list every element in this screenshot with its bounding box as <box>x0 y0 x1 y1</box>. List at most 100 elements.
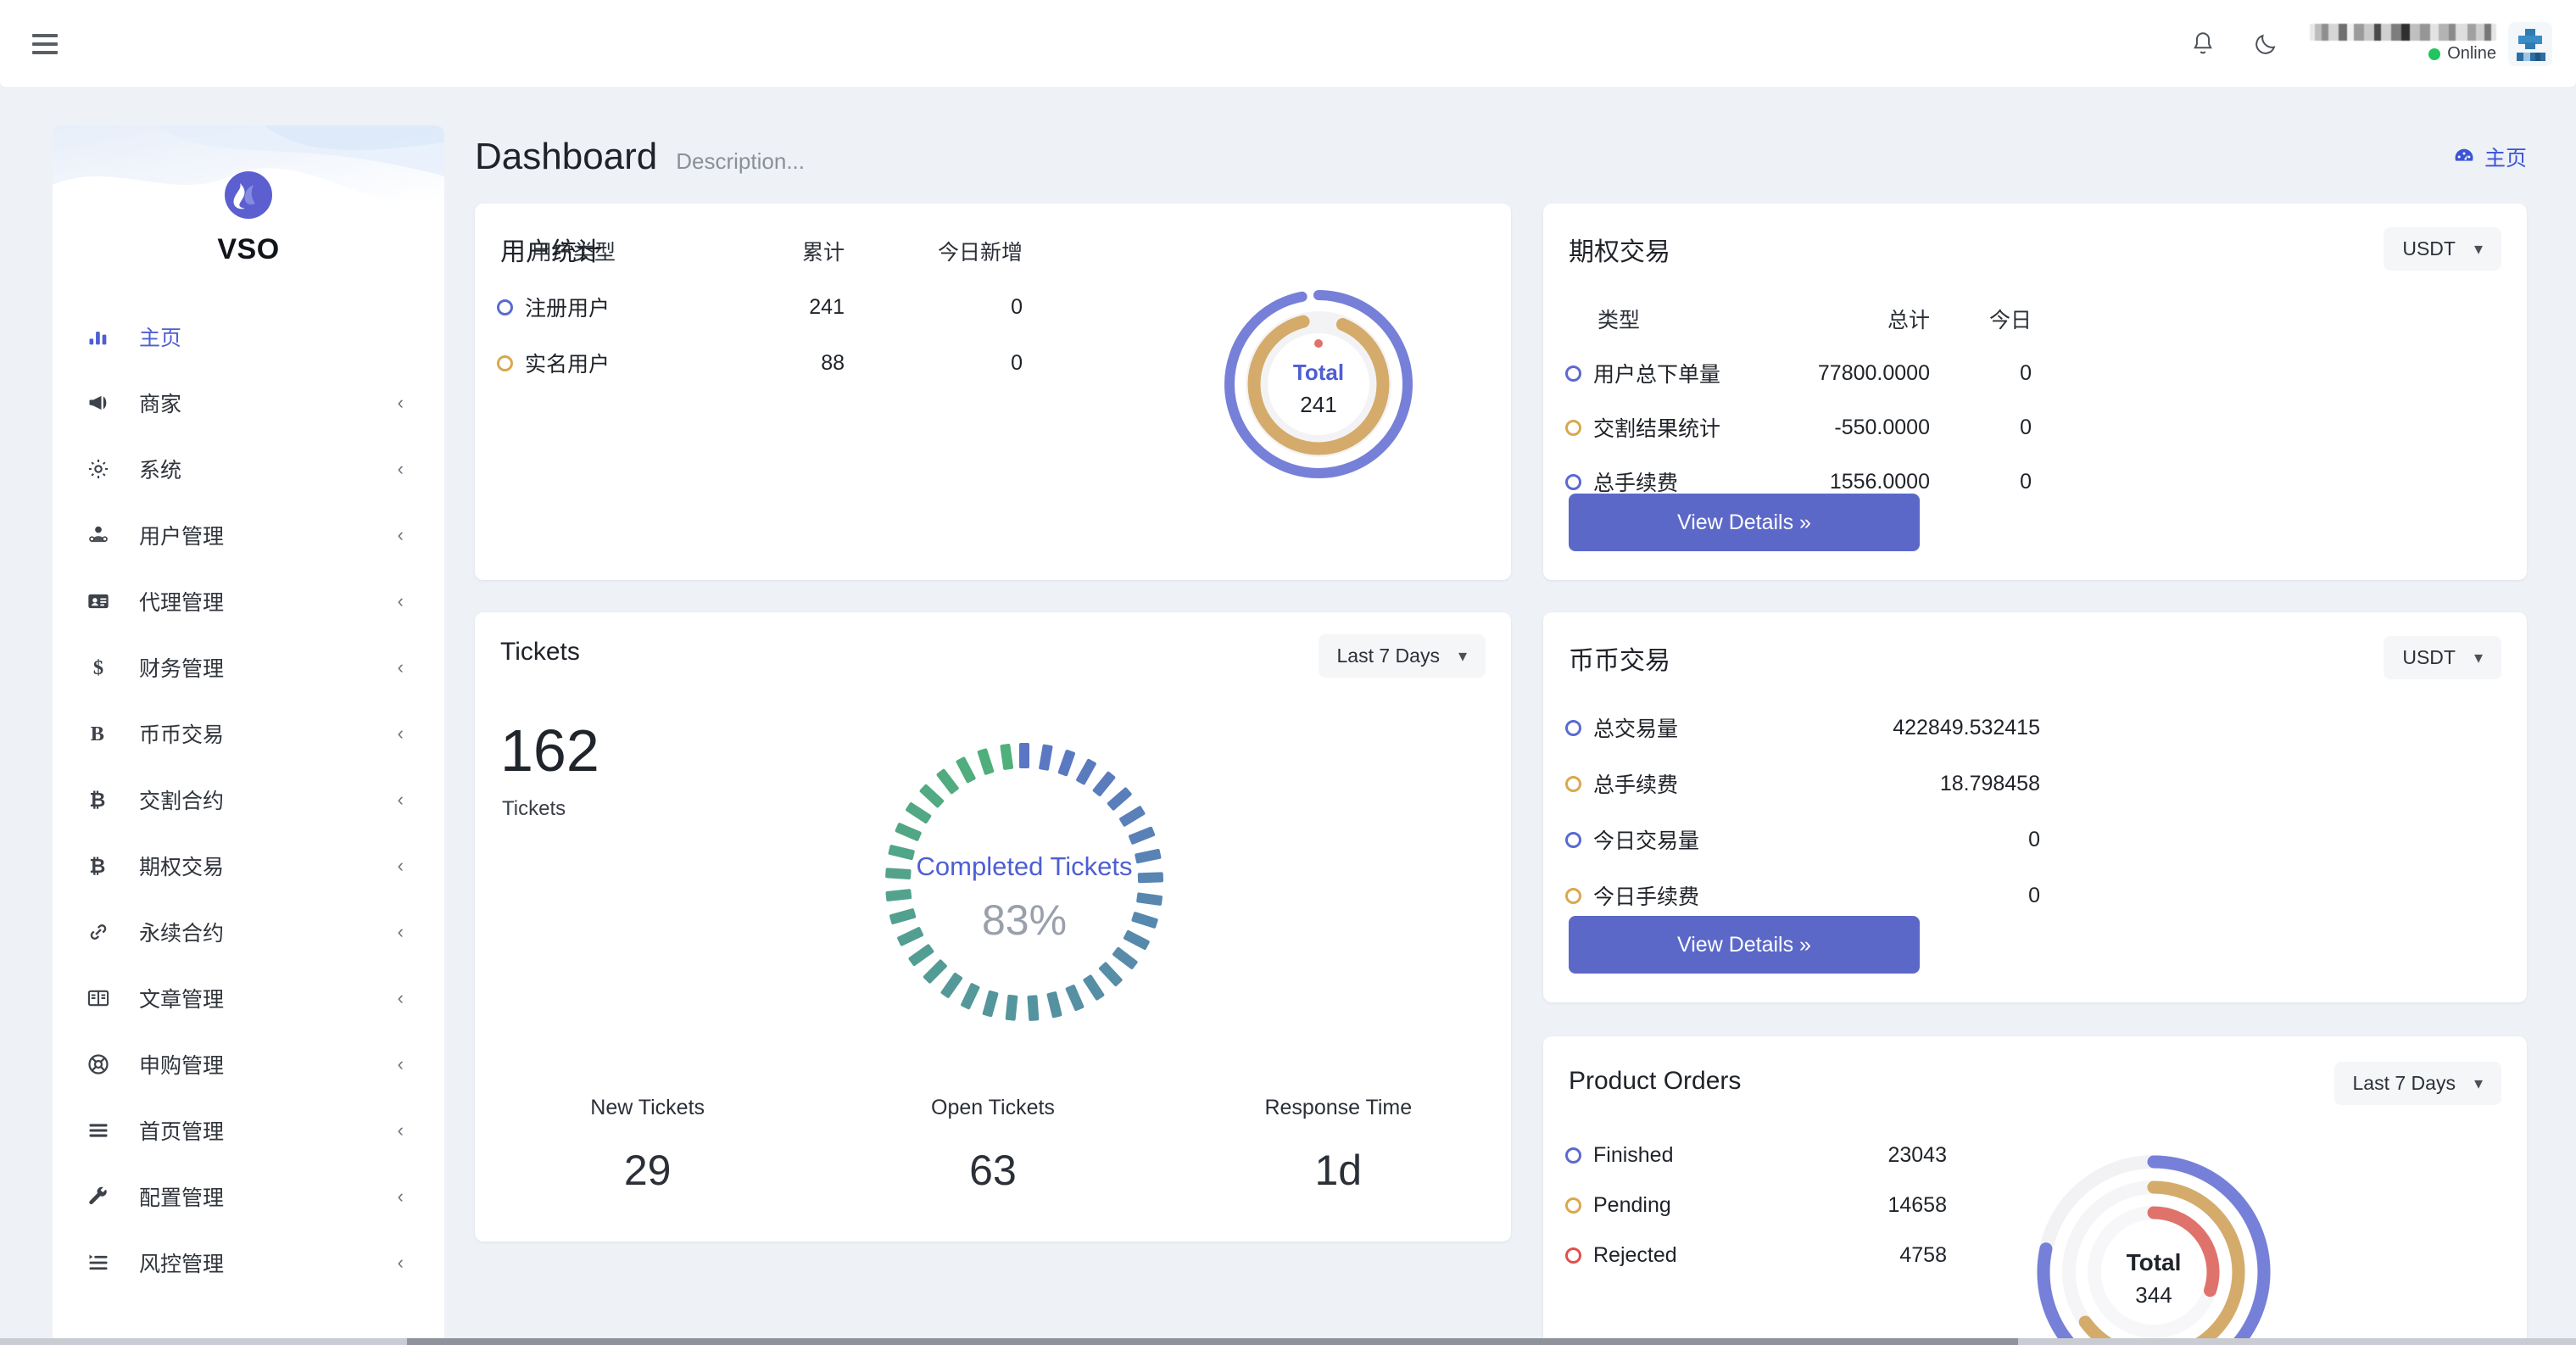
user-menu[interactable]: Online <box>2310 21 2552 66</box>
row-total: 241 <box>809 294 845 319</box>
sidebar-item-delivery-contract[interactable]: ₿ 交割合约 ‹ <box>53 767 444 833</box>
avatar[interactable] <box>2508 21 2552 66</box>
bell-icon[interactable] <box>2184 25 2222 63</box>
row-label: 今日交易量 <box>1593 829 1700 853</box>
orders-range-select[interactable]: Last 7 Days ▾ <box>2333 1062 2501 1105</box>
sidebar-item-config-management[interactable]: 配置管理 ‹ <box>53 1164 444 1230</box>
breadcrumb[interactable]: 主页 <box>2452 142 2527 172</box>
sidebar-item-label: 主页 <box>139 326 182 350</box>
megaphone-icon <box>86 391 124 415</box>
chevron-left-icon: ‹ <box>397 656 404 678</box>
gauge-value: 83% <box>982 896 1067 944</box>
row-label: 总手续费 <box>1593 773 1679 797</box>
product-orders-donut-chart: Total 344 <box>2027 1145 2281 1345</box>
page-description: Description... <box>676 148 805 174</box>
svg-text:₿: ₿ <box>89 854 105 878</box>
sidebar-item-article-management[interactable]: 文章管理 ‹ <box>53 965 444 1031</box>
legend-dot-icon <box>1565 775 1581 792</box>
footer-value: 1d <box>1314 1147 1363 1194</box>
user-stats-card: 用户统计 用户类型 累计 今日新增 注册用户 241 0 实名用户 88 0 T… <box>475 204 1511 580</box>
tickets-range-value: Last 7 Days <box>1336 645 1440 667</box>
list-icon <box>86 1119 124 1142</box>
sidebar-item-finance-management[interactable]: $ 财务管理 ‹ <box>53 634 444 700</box>
row-total: 77800.0000 <box>1817 360 1930 385</box>
chevron-left-icon: ‹ <box>397 723 404 744</box>
coin-trading-card: 币币交易 USDT ▾ 总交易量 422849.532415 总手续费 18.7… <box>1543 612 2527 1002</box>
chevron-down-icon: ▾ <box>1458 647 1467 666</box>
sidebar-item-homepage-management[interactable]: 首页管理 ‹ <box>53 1097 444 1164</box>
view-details-button[interactable]: View Details » <box>1569 916 1920 974</box>
legend-dot-icon <box>1565 1247 1581 1264</box>
currency-select[interactable]: USDT ▾ <box>2384 227 2501 271</box>
id-card-icon <box>86 589 124 613</box>
row-value: 14658 <box>1887 1193 1947 1217</box>
tickets-card: Tickets Last 7 Days ▾ 162 Tickets Comple… <box>475 612 1511 1242</box>
table-row: 今日交易量 0 <box>1565 824 2527 855</box>
moon-icon[interactable] <box>2247 25 2284 63</box>
row-label: 注册用户 <box>525 297 611 321</box>
dashboard-icon <box>2455 148 2473 161</box>
card-title: 币币交易 <box>1569 647 1670 675</box>
user-info: Online <box>2310 24 2496 64</box>
scrollbar-thumb[interactable] <box>407 1338 2018 1345</box>
bar-chart-icon <box>86 325 124 349</box>
sidebar-item-label: 交割合约 <box>139 790 225 813</box>
footer-value: 29 <box>623 1147 672 1194</box>
product-orders-card: Product Orders Last 7 Days ▾ Finished 23… <box>1543 1036 2527 1345</box>
sidebar-item-options-trading[interactable]: ₿ 期权交易 ‹ <box>53 833 444 899</box>
chevron-left-icon: ‹ <box>397 392 404 413</box>
card-title: 用户统计 <box>500 238 602 266</box>
sidebar-item-label: 配置管理 <box>139 1186 225 1210</box>
indent-icon <box>86 1251 124 1275</box>
sidebar-item-subscription-management[interactable]: 申购管理 ‹ <box>53 1031 444 1097</box>
view-details-button[interactable]: View Details » <box>1569 494 1920 551</box>
chevron-left-icon: ‹ <box>397 855 404 876</box>
gear-icon <box>86 457 124 481</box>
row-today: 0 <box>2020 469 2032 494</box>
legend-dot-icon <box>1565 719 1581 736</box>
sidebar-item-merchant[interactable]: 商家 ‹ <box>53 370 444 436</box>
chevron-left-icon: ‹ <box>397 987 404 1008</box>
sidebar-item-risk-management[interactable]: 风控管理 ‹ <box>53 1230 444 1296</box>
hamburger-icon[interactable] <box>25 25 64 64</box>
tickets-footer-item: Open Tickets 63 <box>820 1096 1165 1195</box>
row-label: Finished <box>1593 1143 1674 1167</box>
sidebar-item-coin-trading[interactable]: B 币币交易 ‹ <box>53 700 444 767</box>
sidebar-item-label: 财务管理 <box>139 657 225 681</box>
sidebar-item-label: 文章管理 <box>139 988 225 1012</box>
chevron-left-icon: ‹ <box>397 1252 404 1273</box>
sidebar-item-agent-management[interactable]: 代理管理 ‹ <box>53 568 444 634</box>
row-total: -550.0000 <box>1834 415 1930 439</box>
coin-table: 总交易量 422849.532415 总手续费 18.798458 今日交易量 … <box>1565 712 2527 911</box>
sidebar-item-user-management[interactable]: 用户管理 ‹ <box>53 502 444 568</box>
table-row: 用户总下单量 77800.0000 0 <box>1565 358 2527 388</box>
table-row: 交割结果统计 -550.0000 0 <box>1565 412 2527 443</box>
donut-center-value: 344 <box>2135 1282 2172 1308</box>
horizontal-scrollbar[interactable] <box>0 1338 2576 1345</box>
bitcoin-icon: ₿ <box>86 854 124 878</box>
chevron-down-icon: ▾ <box>2473 1074 2483 1093</box>
donut-center-label: Total <box>1293 360 1344 385</box>
currency-select[interactable]: USDT ▾ <box>2384 636 2501 679</box>
table-header-row: 用户类型 累计 今日新增 <box>497 236 1511 266</box>
link-icon <box>86 920 124 944</box>
sidebar-item-perpetual-contract[interactable]: 永续合约 ‹ <box>53 899 444 965</box>
status-badge: Online <box>2428 44 2496 64</box>
sidebar-item-system[interactable]: 系统 ‹ <box>53 436 444 502</box>
tickets-footer-item: New Tickets 29 <box>475 1096 820 1195</box>
table-row: 总交易量 422849.532415 <box>1565 712 2527 743</box>
user-name <box>2310 24 2496 41</box>
breadcrumb-label: 主页 <box>2484 147 2527 170</box>
user-stats-donut-chart: Total 241 <box>1204 270 1433 503</box>
tickets-range-select[interactable]: Last 7 Days ▾ <box>1318 634 1486 678</box>
table-row: 总手续费 1556.0000 0 <box>1565 466 2527 497</box>
footer-label: Open Tickets <box>931 1096 1055 1119</box>
hamburger-bar <box>32 42 58 46</box>
status-dot-icon <box>2428 47 2441 60</box>
sidebar-item-home[interactable]: 主页 <box>53 304 444 370</box>
brand-name: VSO <box>217 233 280 265</box>
dollar-icon: $ <box>86 656 124 679</box>
chevron-down-icon: ▾ <box>2473 240 2483 259</box>
sidebar-item-label: 代理管理 <box>139 591 225 615</box>
footer-label: New Tickets <box>590 1096 705 1119</box>
